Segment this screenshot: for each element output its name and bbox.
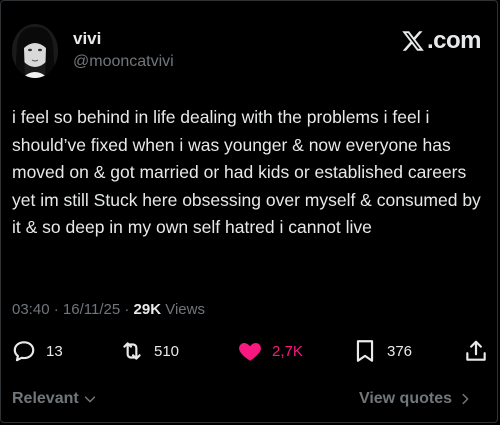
bookmark-count: 376	[387, 342, 413, 360]
meta-separator-2: ·	[120, 301, 134, 318]
views-count: 29K	[133, 301, 162, 318]
share-button[interactable]	[463, 336, 489, 366]
user-handle[interactable]: @mooncatvivi	[73, 53, 174, 71]
repost-count: 510	[154, 342, 180, 360]
view-quotes-link[interactable]: View quotes	[359, 390, 472, 408]
chevron-down-icon	[84, 396, 95, 403]
x-logo-icon	[402, 31, 424, 51]
tweet-meta: 03:40 · 16/11/25 · 29K Views	[12, 301, 205, 318]
bookmark-icon	[356, 340, 374, 362]
brand-logo: .com	[401, 27, 482, 55]
view-quotes-label: View quotes	[358, 390, 452, 407]
tweet-date[interactable]: 16/11/25	[63, 301, 120, 318]
share-icon	[466, 340, 486, 361]
views-label: Views	[161, 301, 205, 318]
display-name[interactable]: vivi	[73, 29, 101, 49]
like-count: 2,7K	[272, 342, 303, 360]
tweet-footer: Relevant View quotes	[1, 386, 500, 414]
tweet-card: vivi @mooncatvivi .com i feel so behind …	[0, 0, 498, 423]
repost-icon	[123, 342, 141, 360]
reply-count: 13	[46, 342, 63, 360]
repost-button[interactable]: 510	[119, 336, 179, 366]
avatar-image	[12, 24, 58, 78]
avatar[interactable]	[12, 24, 58, 78]
sort-dropdown[interactable]: Relevant	[12, 390, 97, 408]
heart-icon	[239, 342, 261, 361]
sort-label: Relevant	[12, 390, 79, 407]
meta-separator: ·	[49, 301, 63, 318]
brand-text: .com	[427, 27, 482, 54]
tweet-time[interactable]: 03:40	[12, 301, 50, 318]
action-bar: 13 510 2,7K 376	[1, 336, 500, 366]
reply-icon	[13, 341, 35, 362]
tweet-text: i feel so behind in life dealing with th…	[12, 107, 481, 237]
like-button[interactable]: 2,7K	[237, 336, 303, 366]
bookmark-button[interactable]: 376	[352, 336, 412, 366]
chevron-right-icon	[462, 393, 469, 405]
reply-button[interactable]: 13	[11, 336, 63, 366]
